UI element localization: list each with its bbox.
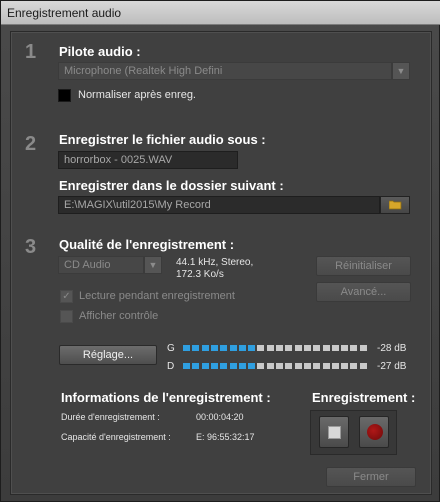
meter-segment: [303, 363, 311, 369]
meter-segment: [285, 345, 293, 351]
title-bar[interactable]: Enregistrement audio: [1, 1, 440, 25]
meter-segment: [266, 363, 274, 369]
meter-segment: [248, 345, 256, 351]
quality-select[interactable]: CD Audio: [58, 256, 144, 274]
meter-segment: [331, 345, 339, 351]
quality-info-line2: 172.3 Ko/s: [176, 269, 224, 280]
duration-value: 00:00:04:20: [196, 412, 244, 422]
level-meter-right: [183, 363, 369, 370]
advanced-button[interactable]: Avancé...: [316, 282, 411, 302]
meter-segment: [238, 345, 246, 351]
browse-folder-button[interactable]: [380, 196, 410, 214]
meter-segment: [350, 363, 358, 369]
meter-segment: [210, 363, 218, 369]
meter-right-db: -27 dB: [377, 361, 407, 372]
capacity-label: Capacité d'enregistrement :: [61, 432, 171, 442]
meter-segment: [229, 363, 237, 369]
normalize-label: Normaliser après enreg.: [78, 89, 196, 101]
meter-segment: [248, 363, 256, 369]
meter-segment: [192, 345, 200, 351]
step-number-3: 3: [25, 236, 37, 258]
normalize-checkbox[interactable]: [58, 89, 71, 102]
meter-segment: [220, 345, 228, 351]
meter-segment: [331, 363, 339, 369]
folder-path-input[interactable]: E:\MAGIX\util2015\My Record: [58, 196, 380, 214]
meter-segment: [359, 363, 367, 369]
info-heading: Informations de l'enregistrement :: [61, 390, 271, 405]
settings-button[interactable]: Réglage...: [59, 345, 157, 365]
meter-segment: [322, 363, 330, 369]
recording-heading: Enregistrement :: [312, 390, 416, 405]
save-folder-heading: Enregistrer dans le dossier suivant :: [59, 178, 284, 193]
recording-dialog: Enregistrement audio 1 Pilote audio : Mi…: [0, 0, 440, 502]
record-icon: [367, 424, 383, 440]
meter-segment: [303, 345, 311, 351]
reset-button[interactable]: Réinitialiser: [316, 256, 411, 276]
meter-segment: [266, 345, 274, 351]
record-button[interactable]: [359, 416, 389, 448]
meter-segment: [341, 363, 349, 369]
level-meter-left: [183, 345, 369, 352]
show-control-checkbox[interactable]: [60, 310, 73, 323]
window-title: Enregistrement audio: [7, 6, 122, 20]
meter-segment: [201, 345, 209, 351]
meter-segment: [276, 345, 283, 351]
meter-segment: [294, 363, 302, 369]
meter-segment: [285, 363, 293, 369]
checkmark-icon: ✓: [62, 291, 71, 302]
meter-segment: [313, 363, 321, 369]
meter-segment: [257, 363, 265, 369]
close-button[interactable]: Fermer: [326, 467, 416, 487]
step-number-2: 2: [25, 133, 37, 155]
save-file-heading: Enregistrer le fichier audio sous :: [59, 132, 266, 147]
meter-segment: [350, 345, 358, 351]
file-name-input[interactable]: horrorbox - 0025.WAV: [58, 151, 238, 169]
meter-segment: [229, 345, 237, 351]
meter-segment: [210, 345, 218, 351]
quality-heading: Qualité de l'enregistrement :: [59, 237, 235, 252]
meter-segment: [238, 363, 246, 369]
quality-chevron-down-icon[interactable]: ▼: [144, 256, 162, 274]
meter-segment: [201, 363, 209, 369]
stop-icon: [328, 426, 341, 439]
meter-left-db: -28 dB: [377, 343, 407, 354]
audio-driver-heading: Pilote audio :: [59, 44, 141, 59]
folder-icon: [389, 200, 402, 210]
meter-segment: [183, 345, 190, 351]
meter-segment: [322, 345, 330, 351]
meter-segment: [294, 345, 302, 351]
capacity-value: E: 96:55:32:17: [196, 432, 255, 442]
meter-segment: [220, 363, 228, 369]
show-control-label: Afficher contrôle: [79, 310, 159, 322]
meter-segment: [359, 345, 367, 351]
meter-right-label: D: [167, 361, 175, 372]
meter-segment: [183, 363, 190, 369]
meter-segment: [276, 363, 283, 369]
chevron-down-icon[interactable]: ▼: [392, 62, 410, 80]
meter-left-label: G: [167, 343, 175, 354]
meter-segment: [192, 363, 200, 369]
stop-button[interactable]: [319, 416, 349, 448]
audio-driver-select[interactable]: Microphone (Realtek High Defini: [58, 62, 392, 80]
meter-segment: [341, 345, 349, 351]
meter-segment: [313, 345, 321, 351]
quality-info-line1: 44.1 kHz, Stereo,: [176, 257, 254, 268]
playback-checkbox[interactable]: ✓: [60, 290, 73, 303]
playback-label: Lecture pendant enregistrement: [79, 290, 235, 302]
meter-segment: [257, 345, 265, 351]
step-number-1: 1: [25, 41, 37, 63]
duration-label: Durée d'enregistrement :: [61, 412, 160, 422]
